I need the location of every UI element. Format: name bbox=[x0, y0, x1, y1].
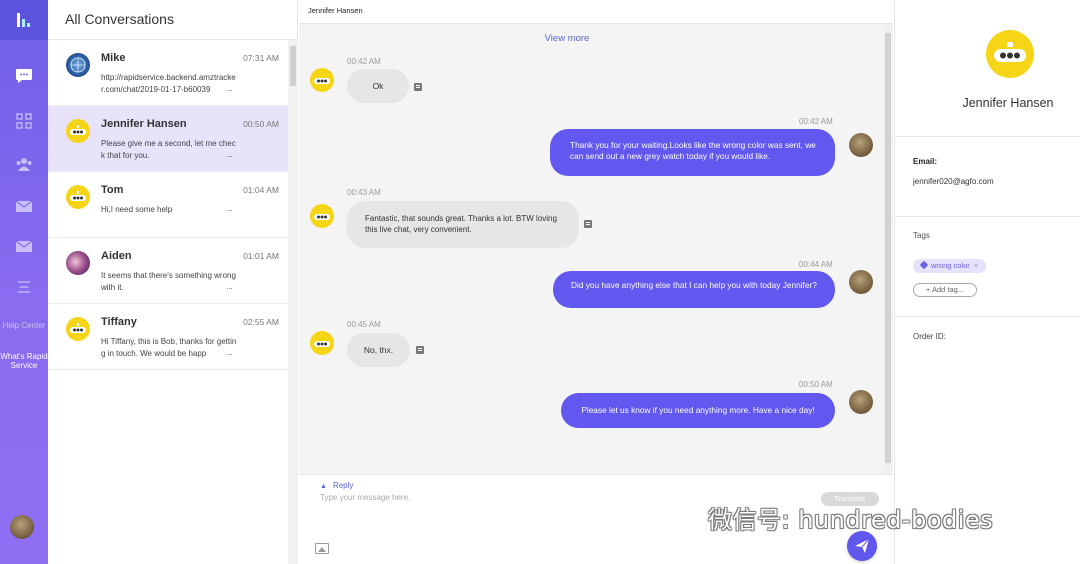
message-preview: It seems that there's something wrong wi… bbox=[101, 271, 236, 292]
avatar bbox=[66, 251, 90, 275]
message-time: 00:42 AM bbox=[347, 57, 381, 66]
left-nav: Help Center What's Rapid Service bbox=[0, 0, 48, 564]
tag-icon bbox=[919, 260, 929, 270]
message-time: 00:42 AM bbox=[799, 117, 833, 126]
incoming-message: Fantastic, that sounds great. Thanks a l… bbox=[347, 201, 579, 248]
translate-icon[interactable] bbox=[584, 220, 592, 228]
contact-name: Aiden bbox=[101, 250, 132, 262]
app-logo[interactable] bbox=[0, 0, 48, 40]
robot-avatar-icon bbox=[310, 204, 334, 228]
agent-avatar[interactable] bbox=[10, 515, 34, 539]
avatar bbox=[66, 53, 90, 77]
contact-name: Tom bbox=[101, 184, 124, 196]
divider bbox=[895, 216, 1080, 217]
message-time: 00:50 AM bbox=[799, 380, 833, 389]
translate-icon[interactable] bbox=[416, 346, 424, 354]
add-tag-label: Add tag... bbox=[931, 285, 965, 294]
conversation-item[interactable]: Mike 07:31 AM http://rapidservice.backen… bbox=[48, 40, 297, 106]
message-time: 00:44 AM bbox=[799, 260, 833, 269]
conversation-time: 01:04 AM bbox=[243, 185, 279, 195]
conversation-list-title: All Conversations bbox=[48, 0, 297, 40]
send-button[interactable] bbox=[847, 531, 877, 561]
contact-name: Jennifer Hansen bbox=[101, 118, 187, 130]
robot-avatar-icon bbox=[986, 30, 1034, 78]
list-icon[interactable] bbox=[13, 278, 35, 296]
add-tag-button[interactable]: + Add tag... bbox=[913, 283, 977, 297]
incoming-message: Ok bbox=[347, 69, 409, 103]
contact-name: Tiffany bbox=[101, 316, 137, 328]
robot-avatar-icon bbox=[310, 331, 334, 355]
image-upload-icon[interactable] bbox=[315, 543, 329, 554]
conversation-time: 02:55 AM bbox=[243, 317, 279, 327]
send-icon bbox=[855, 538, 870, 553]
email-label: Email: bbox=[913, 157, 938, 166]
message-preview: Please give me a second, let me check th… bbox=[101, 139, 236, 160]
outgoing-message: Did you have anything else that I can he… bbox=[553, 271, 835, 308]
robot-avatar-icon bbox=[66, 119, 90, 143]
qr-code-icon[interactable] bbox=[13, 112, 35, 130]
agent-avatar bbox=[849, 133, 873, 157]
chat-icon[interactable] bbox=[13, 67, 35, 85]
scrollbar-thumb[interactable] bbox=[885, 33, 891, 463]
divider bbox=[895, 316, 1080, 317]
more-indicator: ... bbox=[226, 84, 233, 93]
view-more-link[interactable]: View more bbox=[299, 33, 835, 44]
conversation-item[interactable]: Jennifer Hansen 00:50 AM Please give me … bbox=[48, 106, 297, 172]
customer-name: Jennifer Hansen bbox=[962, 96, 1054, 110]
conversation-item[interactable]: Tom 01:04 AM Hi,I need some help ... bbox=[48, 172, 297, 238]
more-indicator: ... bbox=[226, 150, 233, 159]
help-center-link[interactable]: Help Center bbox=[0, 321, 48, 330]
caret-up-icon: ▲ bbox=[320, 483, 327, 490]
whats-new-link[interactable]: What's Rapid Service bbox=[0, 352, 48, 370]
scrollbar-thumb[interactable] bbox=[290, 46, 296, 86]
watermark: 微信号: hundred-bodies bbox=[708, 506, 994, 534]
outgoing-message: Thank you for your waiting.Looks like th… bbox=[550, 129, 835, 176]
agent-avatar bbox=[849, 270, 873, 294]
conversation-item[interactable]: Tiffany 02:55 AM Hi Tiffany, this is Bob… bbox=[48, 304, 297, 370]
more-indicator: ... bbox=[226, 204, 233, 213]
reply-label: Reply bbox=[332, 481, 354, 490]
message-time: 00:45 AM bbox=[347, 320, 381, 329]
mail-outline-icon[interactable] bbox=[13, 237, 35, 255]
chat-panel: Jennifer Hansen View more 00:42 AM Ok 00… bbox=[299, 0, 893, 564]
logo-icon bbox=[17, 13, 30, 27]
message-preview: Hi,I need some help bbox=[101, 205, 173, 214]
mail-icon[interactable] bbox=[13, 197, 35, 215]
customer-info-panel: Jennifer Hansen Email: jennifer020@agfo.… bbox=[894, 0, 1080, 564]
message-input[interactable]: Type your message here. bbox=[320, 493, 410, 502]
tags-label: Tags bbox=[913, 231, 930, 240]
customer-email: jennifer020@agfo.com bbox=[913, 177, 994, 186]
tag-label: wrong color bbox=[931, 261, 970, 270]
message-preview: http://rapidservice.backend.amztracker.c… bbox=[101, 73, 236, 94]
message-time: 00:43 AM bbox=[347, 188, 381, 197]
contact-name: Mike bbox=[101, 52, 126, 64]
conversation-list-scrollbar[interactable] bbox=[288, 40, 298, 564]
chat-header-title: Jennifer Hansen bbox=[299, 0, 893, 24]
users-icon[interactable] bbox=[13, 155, 35, 173]
order-id-label: Order ID: bbox=[913, 332, 946, 341]
conversation-time: 01:01 AM bbox=[243, 251, 279, 261]
tag-chip[interactable]: wrong color × bbox=[913, 259, 987, 273]
conversation-time: 00:50 AM bbox=[243, 119, 279, 129]
robot-avatar-icon bbox=[66, 317, 90, 341]
conversation-item[interactable]: Aiden 01:01 AM It seems that there's som… bbox=[48, 238, 297, 304]
conversation-time: 07:31 AM bbox=[243, 53, 279, 63]
divider bbox=[895, 136, 1080, 137]
incoming-message: No, thx. bbox=[347, 333, 410, 367]
robot-avatar-icon bbox=[310, 68, 334, 92]
translate-icon[interactable] bbox=[414, 83, 422, 91]
outgoing-message: Please let us know if you need anything … bbox=[561, 393, 835, 428]
more-indicator: ... bbox=[226, 348, 233, 357]
conversation-list-panel: All Conversations Mike 07:31 AM http://r… bbox=[48, 0, 298, 564]
reply-tab[interactable]: ▲ Reply bbox=[320, 481, 353, 490]
message-preview: Hi Tiffany, this is Bob, thanks for gett… bbox=[101, 337, 237, 358]
chat-scrollbar[interactable] bbox=[883, 25, 893, 473]
robot-avatar-icon bbox=[66, 185, 90, 209]
agent-avatar bbox=[849, 390, 873, 414]
more-indicator: ... bbox=[226, 282, 233, 291]
remove-tag-icon[interactable]: × bbox=[974, 261, 978, 270]
